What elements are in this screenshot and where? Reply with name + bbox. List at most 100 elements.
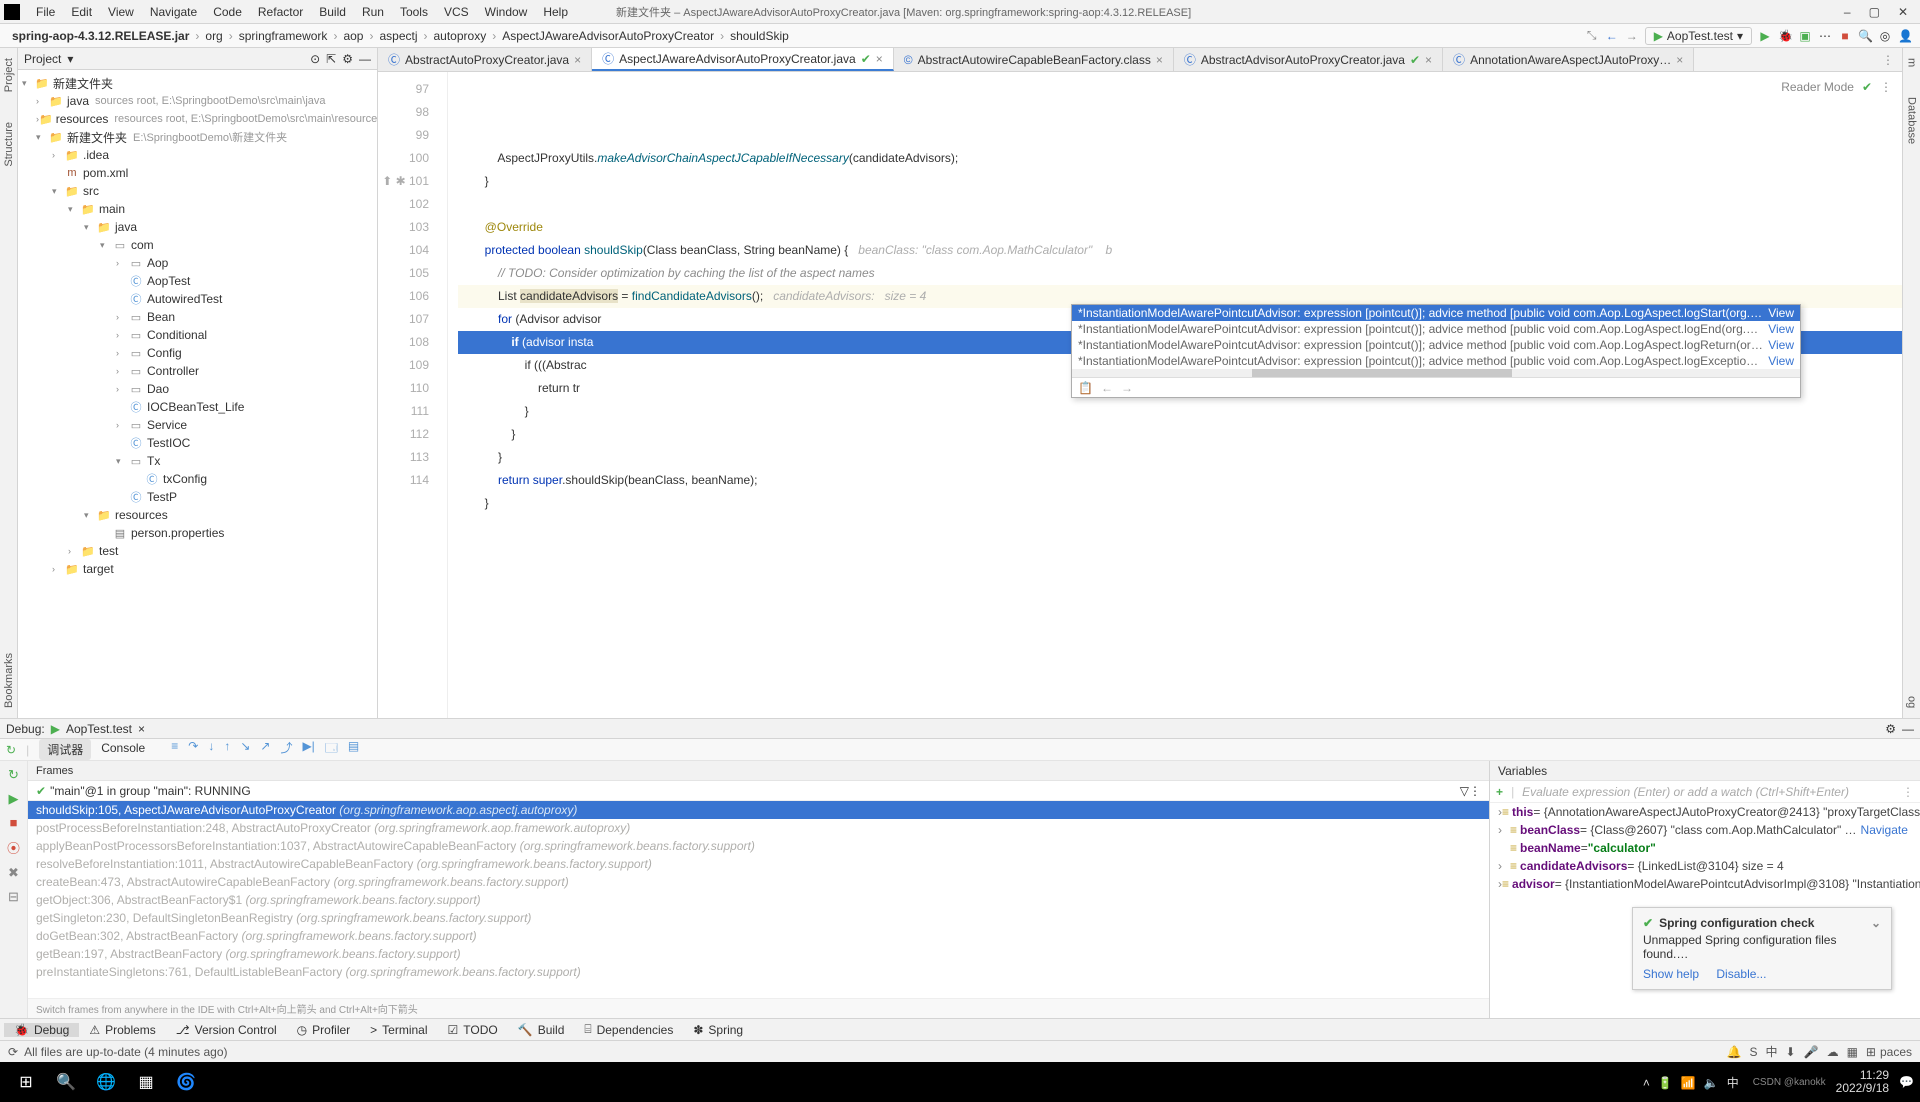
debug-action-icon[interactable]: ↻	[8, 767, 19, 783]
settings-icon[interactable]: ⚙	[342, 52, 353, 66]
rerun-icon[interactable]: ↻	[6, 743, 16, 757]
tray-icon[interactable]: 中	[1727, 1076, 1739, 1090]
stack-frame[interactable]: getBean:197, AbstractBeanFactory (org.sp…	[28, 945, 1489, 963]
tree-node[interactable]: ›📁resourcesresources root, E:\Springboot…	[18, 110, 377, 128]
variable-row[interactable]: ≡beanName = "calculator"	[1490, 839, 1920, 857]
status-icon[interactable]: ▦	[1847, 1045, 1858, 1059]
menu-navigate[interactable]: Navigate	[142, 5, 205, 19]
debug-step-icon[interactable]: ▶|	[302, 739, 314, 760]
menu-tools[interactable]: Tools	[392, 5, 436, 19]
debug-step-icon[interactable]: ↗	[260, 739, 270, 760]
sidebar-og[interactable]: og	[1906, 696, 1918, 708]
breadcrumb[interactable]: autoproxy	[430, 29, 491, 43]
tree-node[interactable]: ›▭Controller	[18, 362, 377, 380]
debug-step-icon[interactable]: ⤴	[280, 739, 292, 760]
sync-icon[interactable]: ⟳	[8, 1045, 18, 1059]
tree-node[interactable]: ›▭Dao	[18, 380, 377, 398]
status-icon[interactable]: ⊞	[1866, 1045, 1876, 1059]
editor-tab[interactable]: ⒸAnnotationAwareAspectJAutoProxy…×	[1443, 48, 1694, 71]
tree-node[interactable]: ▾📁resources	[18, 506, 377, 524]
debug-action-icon[interactable]: ⦿	[7, 838, 20, 857]
notif-disable-link[interactable]: Disable...	[1716, 967, 1766, 981]
tree-node[interactable]: ›▭Bean	[18, 308, 377, 326]
frames-list[interactable]: shouldSkip:105, AspectJAwareAdvisorAutoP…	[28, 801, 1489, 998]
toolwindow-tab[interactable]: ☑TODO	[438, 1023, 508, 1037]
add-watch-icon[interactable]: +	[1496, 785, 1503, 799]
stack-frame[interactable]: applyBeanPostProcessorsBeforeInstantiati…	[28, 837, 1489, 855]
tray-icon[interactable]: 📶	[1681, 1076, 1696, 1090]
breadcrumb[interactable]: aop	[339, 29, 367, 43]
dropdown-icon[interactable]: ▾	[67, 52, 73, 66]
tree-node[interactable]: mpom.xml	[18, 164, 377, 182]
filter-icon[interactable]: ▽	[1460, 784, 1469, 798]
tree-node[interactable]: ›▭Conditional	[18, 326, 377, 344]
debug-session-name[interactable]: AopTest.test	[66, 722, 132, 736]
tray-icon[interactable]: ˄	[1643, 1076, 1650, 1090]
debug-action-icon[interactable]: ⊟	[8, 889, 19, 905]
breadcrumb[interactable]: org	[201, 29, 226, 43]
taskbar-app[interactable]: 🔍	[46, 1066, 86, 1098]
debug-step-icon[interactable]: 🗔	[325, 739, 338, 760]
hide-icon[interactable]: —	[1902, 722, 1914, 736]
run-config-selector[interactable]: ▶ AopTest.test ▾	[1645, 27, 1752, 45]
status-icon[interactable]: 🔔	[1727, 1045, 1742, 1059]
hide-icon[interactable]: —	[359, 52, 371, 66]
avatar-icon[interactable]: 👤	[1898, 29, 1912, 43]
notifications-icon[interactable]: 💬	[1899, 1075, 1914, 1089]
project-view-label[interactable]: Project	[24, 52, 61, 66]
coverage-button[interactable]: ▣	[1798, 29, 1812, 43]
toolwindow-tab[interactable]: ◷Profiler	[287, 1023, 361, 1037]
tree-node[interactable]: ▾📁src	[18, 182, 377, 200]
close-tab-icon[interactable]: ×	[574, 53, 581, 67]
debug-step-icon[interactable]: ↘	[240, 739, 250, 760]
breadcrumb[interactable]: shouldSkip	[726, 29, 793, 43]
more-icon[interactable]: ⋮	[1469, 784, 1481, 798]
sidebar-project[interactable]: Project	[3, 58, 15, 92]
tree-node[interactable]: ⒸIOCBeanTest_Life	[18, 398, 377, 416]
menu-build[interactable]: Build	[311, 5, 354, 19]
gear-icon[interactable]: ⚙	[1885, 722, 1896, 736]
stack-frame[interactable]: getSingleton:230, DefaultSingletonBeanRe…	[28, 909, 1489, 927]
toolwindow-tab[interactable]: ⚠Problems	[79, 1023, 165, 1037]
editor-tab[interactable]: ©AbstractAutowireCapableBeanFactory.clas…	[894, 48, 1174, 71]
maximize-icon[interactable]: ▢	[1869, 5, 1880, 19]
debug-step-icon[interactable]: ▤	[348, 739, 359, 760]
sidebar-bookmarks[interactable]: Bookmarks	[3, 653, 15, 708]
status-icon[interactable]: 🎤	[1804, 1045, 1819, 1059]
stack-frame[interactable]: postProcessBeforeInstantiation:248, Abst…	[28, 819, 1489, 837]
taskbar-app[interactable]: 🌀	[166, 1066, 206, 1098]
toolwindow-tab[interactable]: ✽Spring	[683, 1023, 753, 1037]
toolwindow-tab[interactable]: ⎇Version Control	[166, 1023, 287, 1037]
minimize-icon[interactable]: –	[1844, 5, 1851, 19]
more-run-icon[interactable]: ⋯	[1818, 29, 1832, 43]
menu-help[interactable]: Help	[535, 5, 576, 19]
more-icon[interactable]: ⋮	[1880, 76, 1892, 99]
status-icon[interactable]: 中	[1766, 1045, 1778, 1059]
breadcrumb[interactable]: spring-aop-4.3.12.RELEASE.jar	[8, 29, 193, 43]
sidebar-database[interactable]: Database	[1906, 97, 1918, 144]
forward-icon[interactable]: →	[1625, 29, 1639, 43]
tree-node[interactable]: ▤person.properties	[18, 524, 377, 542]
breadcrumb[interactable]: springframework	[235, 29, 332, 43]
stack-frame[interactable]: preInstantiateSingletons:761, DefaultLis…	[28, 963, 1489, 981]
run-button[interactable]: ▶	[1758, 29, 1772, 43]
menu-refactor[interactable]: Refactor	[250, 5, 311, 19]
close-icon[interactable]: ✕	[1898, 5, 1908, 19]
editor-tab[interactable]: ⒸAbstractAutoProxyCreator.java×	[378, 48, 592, 71]
toolwindow-tab[interactable]: >Terminal	[360, 1023, 437, 1037]
back-icon[interactable]: ←	[1605, 29, 1619, 43]
locate-icon[interactable]: ⊙	[310, 52, 320, 66]
debug-tab[interactable]: 调试器	[39, 739, 91, 760]
debug-action-icon[interactable]: ■	[10, 815, 18, 830]
breadcrumb[interactable]: AspectJAwareAdvisorAutoProxyCreator	[498, 29, 718, 43]
eval-placeholder[interactable]: Evaluate expression (Enter) or add a wat…	[1522, 785, 1894, 799]
stop-button[interactable]: ■	[1838, 29, 1852, 43]
close-tab-icon[interactable]: ×	[876, 52, 883, 66]
sidebar-structure[interactable]: Structure	[3, 122, 15, 167]
close-tab-icon[interactable]: ×	[1425, 53, 1432, 67]
debug-step-icon[interactable]: ↓	[208, 739, 214, 760]
thread-name[interactable]: "main"@1 in group "main": RUNNING	[50, 784, 251, 798]
taskbar-app[interactable]: 🌐	[86, 1066, 126, 1098]
menu-vcs[interactable]: VCS	[436, 5, 477, 19]
tree-node[interactable]: ▾📁java	[18, 218, 377, 236]
